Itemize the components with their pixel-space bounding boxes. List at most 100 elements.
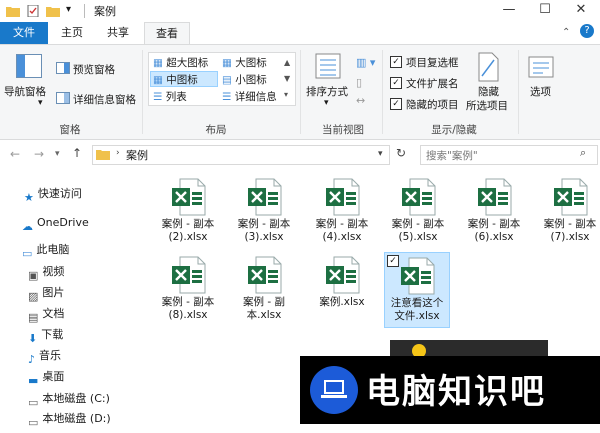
drive-icon: ▭ — [28, 396, 39, 409]
file-item[interactable]: 案例 - 副本 (2).xlsx — [156, 178, 220, 256]
search-icon[interactable]: ⌕ — [580, 146, 586, 160]
sort-by-icon — [315, 53, 341, 79]
layout-list[interactable]: ☰ 列表 — [151, 89, 187, 103]
title-separator — [84, 4, 85, 18]
group-by-icon[interactable]: ▥ ▾ — [356, 56, 375, 69]
file-name: 案例 - 副本 (3).xlsx — [237, 218, 291, 243]
window-title: 案例 — [94, 5, 116, 18]
layout-medium-icons[interactable]: ▦ 中图标 — [150, 71, 218, 87]
item-select-checkbox[interactable]: ✓ — [387, 255, 399, 267]
layout-large-icons[interactable]: ▦ 大图标 — [220, 55, 267, 69]
sort-by-button[interactable]: 排序方式 — [306, 84, 348, 99]
tab-view[interactable]: 查看 — [144, 22, 190, 44]
hide-selected-line1[interactable]: 隐藏 — [478, 84, 499, 99]
file-item[interactable]: 案例 - 副本 (6).xlsx — [462, 178, 526, 256]
maximize-icon[interactable]: ☐ — [528, 0, 562, 20]
address-dropdown-icon[interactable]: ▾ — [378, 149, 383, 159]
minimize-icon[interactable]: — — [492, 0, 526, 20]
collapse-ribbon-icon[interactable]: ⌃ — [562, 27, 570, 38]
file-item[interactable]: 案例 - 副本 (8).xlsx — [156, 256, 220, 334]
nav-quick-access[interactable]: ★ 快速访问 — [24, 184, 164, 204]
breadcrumb-current[interactable]: 案例 — [126, 147, 148, 163]
nav-music[interactable]: ♪ 音乐 — [28, 346, 168, 366]
recent-locations-icon[interactable]: ▾ — [55, 149, 60, 159]
excel-file-icon — [172, 256, 206, 294]
tab-file[interactable]: 文件 — [0, 22, 48, 44]
layout-extra-large-icons[interactable]: ▦ 超大图标 — [151, 55, 208, 69]
options-icon — [528, 56, 554, 78]
close-icon[interactable]: ✕ — [564, 0, 598, 20]
layout-scroll-icon[interactable]: ▲ ▼ ▾ — [284, 55, 290, 103]
options-button[interactable]: 选项 — [530, 84, 551, 99]
group-separator — [518, 50, 519, 134]
group-label-panes: 窗格 — [59, 124, 81, 136]
nav-documents[interactable]: ▤ 文档 — [28, 304, 168, 324]
layout-small-icons[interactable]: ▤ 小图标 — [220, 72, 267, 86]
properties-icon[interactable] — [26, 5, 40, 17]
nav-this-pc[interactable]: ▭ 此电脑 — [22, 240, 162, 260]
nav-onedrive[interactable]: ☁ OneDrive — [22, 213, 162, 233]
group-separator — [300, 50, 301, 134]
back-icon[interactable]: ← — [10, 147, 20, 161]
customize-toolbar-icon[interactable]: ▾ — [66, 4, 71, 15]
excel-file-icon — [248, 256, 282, 294]
item-checkboxes-checkbox[interactable]: ✓ — [390, 56, 402, 68]
group-label-current-view: 当前视图 — [322, 124, 364, 136]
cloud-icon: ☁ — [22, 220, 33, 233]
nav-pictures[interactable]: ▨ 图片 — [28, 283, 168, 303]
tab-home[interactable]: 主页 — [52, 22, 92, 44]
details-pane-button[interactable]: 详细信息窗格 — [73, 92, 136, 107]
watermark-banner: 电脑知识吧 — [300, 356, 600, 424]
star-icon: ★ — [24, 191, 34, 204]
nav-pane-button[interactable]: 导航窗格 — [4, 84, 46, 99]
nav-drive-d[interactable]: ▭ 本地磁盘 (D:) — [28, 409, 168, 429]
excel-file-icon — [478, 178, 512, 216]
file-item[interactable]: 案例 - 副本.xlsx — [232, 256, 296, 334]
nav-pane-icon — [16, 54, 42, 78]
nav-desktop[interactable]: ▬ 桌面 — [28, 367, 168, 387]
hide-selected-line2[interactable]: 所选项目 — [466, 98, 508, 113]
size-columns-icon[interactable]: ↔ — [356, 94, 365, 107]
file-name: 案例 - 副本 (2).xlsx — [161, 218, 215, 243]
excel-file-icon — [172, 178, 206, 216]
file-name: 案例 - 副本 (5).xlsx — [391, 218, 445, 243]
file-item[interactable]: 注意看这个 文件.xlsx ✓ — [384, 252, 450, 328]
excel-file-icon — [554, 178, 588, 216]
refresh-icon[interactable]: ↻ — [396, 146, 406, 160]
file-name: 注意看这个 文件.xlsx — [390, 297, 444, 322]
file-item[interactable]: 案例 - 副本 (5).xlsx — [386, 178, 450, 256]
file-item[interactable]: 案例 - 副本 (7).xlsx — [538, 178, 600, 256]
nav-videos[interactable]: ▣ 视频 — [28, 262, 168, 282]
watermark-text: 电脑知识吧 — [366, 372, 546, 412]
item-checkboxes-label: 项目复选框 — [406, 57, 459, 69]
layout-details[interactable]: ☰ 详细信息 — [220, 89, 277, 103]
laptop-logo-icon — [310, 366, 358, 414]
help-icon[interactable]: ? — [580, 24, 594, 38]
video-icon: ▣ — [28, 269, 39, 282]
up-icon[interactable]: ↑ — [72, 146, 82, 160]
file-item[interactable]: 案例 - 副本 (4).xlsx — [310, 178, 374, 256]
hide-selected-icon — [478, 52, 499, 82]
nav-drive-c[interactable]: ▭ 本地磁盘 (C:) — [28, 389, 168, 409]
hidden-items-label: 隐藏的项目 — [406, 99, 459, 111]
excel-file-icon — [326, 256, 360, 294]
hidden-items-checkbox[interactable]: ✓ — [390, 98, 402, 110]
add-columns-icon[interactable]: ▯ — [356, 76, 362, 89]
file-item[interactable]: 案例 - 副本 (3).xlsx — [232, 178, 296, 256]
group-separator — [382, 50, 383, 134]
preview-pane-button[interactable]: 预览窗格 — [73, 62, 115, 77]
download-icon: ⬇ — [28, 332, 38, 345]
file-name: 案例 - 副本 (6).xlsx — [467, 218, 521, 243]
tab-share[interactable]: 共享 — [98, 22, 138, 44]
forward-icon[interactable]: → — [34, 147, 44, 161]
file-item[interactable]: 案例.xlsx — [310, 256, 374, 334]
document-icon: ▤ — [28, 311, 39, 324]
chevron-down-icon: ▾ — [324, 98, 329, 108]
nav-downloads[interactable]: ⬇ 下载 — [28, 325, 168, 345]
new-folder-icon[interactable] — [46, 5, 60, 17]
breadcrumb-chevron-icon[interactable]: › — [116, 148, 120, 158]
file-extensions-label: 文件扩展名 — [406, 78, 459, 90]
file-extensions-checkbox[interactable]: ✓ — [390, 77, 402, 89]
drive-icon: ▭ — [28, 416, 39, 429]
folder-icon — [6, 7, 20, 17]
